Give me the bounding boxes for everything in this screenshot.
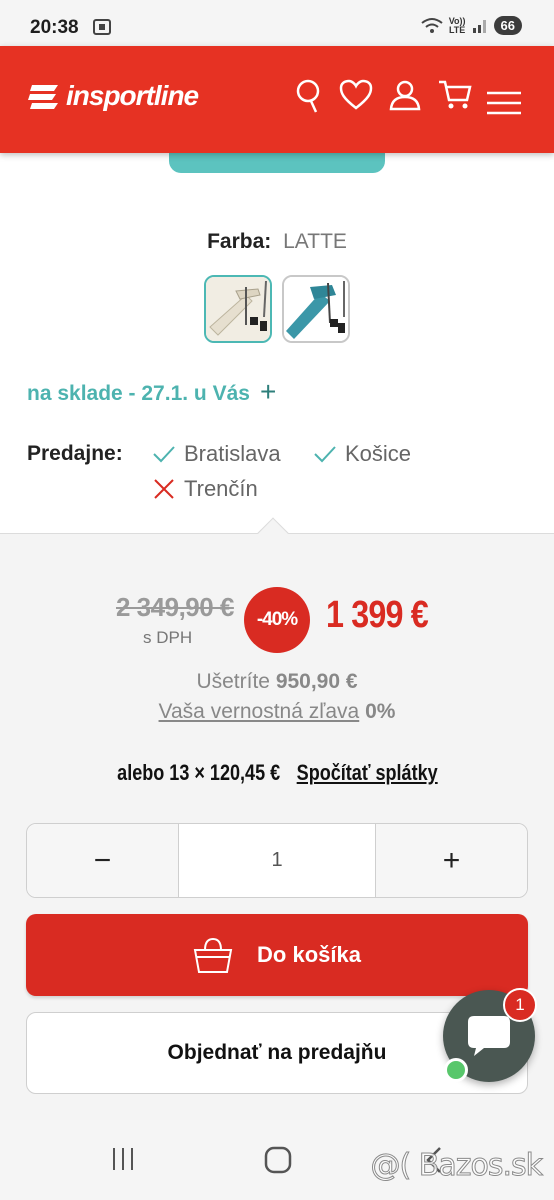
add-to-cart-button[interactable]: Do košíka [26, 914, 528, 996]
chat-bubble-icon [468, 1016, 510, 1056]
network-type: Vo)) LTE [448, 16, 466, 35]
store-kosice: Košice [313, 441, 411, 467]
lte-label: LTE [448, 24, 466, 35]
panel-notch [257, 517, 289, 549]
add-to-cart-label: Do košíka [257, 942, 361, 967]
loyalty-value: 0% [365, 700, 396, 723]
recent-apps-icon[interactable] [110, 1146, 136, 1172]
check-icon [153, 446, 175, 463]
savings-label: Ušetríte [196, 670, 270, 693]
savings-line: Ušetríte 950,90 € [0, 670, 554, 694]
color-value: LATTE [283, 230, 347, 253]
watermark: @( Bazos.sk [370, 1148, 544, 1184]
store-trencin: Trenčín [152, 476, 258, 502]
quantity-stepper: − 1 + [26, 823, 528, 898]
installments-text: alebo 13 × 120,45 € [116, 760, 280, 785]
brand-logo[interactable]: insportline [28, 80, 199, 112]
discount-badge: -40% [244, 587, 310, 653]
store-name: Bratislava [184, 441, 281, 466]
cross-icon [154, 479, 174, 499]
new-price: 1 399 € [326, 594, 429, 636]
quantity-increase-button[interactable]: + [375, 824, 527, 897]
color-selector-label: Farba: LATTE [0, 230, 554, 254]
product-thumbnail-latte [206, 277, 270, 341]
color-label: Farba: [207, 230, 272, 253]
logo-mark-icon [28, 85, 58, 109]
watermark-prefix: @( [370, 1148, 412, 1184]
watermark-text: Bazos.sk [418, 1148, 543, 1184]
loyalty-line: Vaša vernostná zľava 0% [0, 700, 554, 724]
product-thumbnail-teal [284, 277, 348, 341]
stock-status[interactable]: na sklade - 27.1. u Vás + [27, 376, 276, 408]
quantity-input[interactable]: 1 [179, 824, 375, 897]
store-name: Trenčín [184, 476, 258, 501]
loyalty-discount-link[interactable]: Vaša vernostná zľava [159, 700, 360, 723]
wifi-icon [421, 17, 443, 33]
cart-icon[interactable] [438, 79, 472, 111]
battery-indicator: 66 [493, 16, 522, 35]
status-time: 20:38 [30, 17, 79, 38]
installments-line: alebo 13 × 120,45 € Spočítať splátky [0, 760, 554, 786]
signal-icon [472, 19, 486, 33]
status-indicators: Vo)) LTE 66 [421, 16, 522, 35]
calculate-installments-link[interactable]: Spočítať splátky [296, 760, 437, 785]
screenshot-icon [93, 19, 111, 35]
heart-icon[interactable] [339, 79, 373, 111]
order-in-store-label: Objednať na predajňu [167, 1041, 387, 1064]
expand-plus-icon[interactable]: + [260, 376, 276, 408]
old-price: 2 349,90 € [116, 592, 234, 622]
online-status-dot [444, 1058, 468, 1082]
site-header: insportline [0, 46, 554, 153]
chat-unread-badge: 1 [503, 988, 537, 1022]
user-icon[interactable] [389, 79, 421, 111]
home-icon[interactable] [264, 1146, 292, 1174]
basket-icon [193, 937, 233, 973]
vat-note: s DPH [143, 628, 193, 647]
store-bratislava: Bratislava [152, 441, 281, 467]
brand-name: insportline [66, 80, 199, 111]
store-name: Košice [345, 441, 412, 466]
color-swatch-teal[interactable] [282, 275, 350, 343]
savings-value: 950,90 € [275, 670, 358, 693]
stock-text: na sklade - 27.1. u Vás [27, 382, 250, 405]
check-icon [314, 446, 336, 463]
menu-icon[interactable] [486, 90, 522, 116]
color-swatch-latte[interactable] [204, 275, 272, 343]
stores-label: Predajne: [27, 442, 123, 465]
quantity-decrease-button[interactable]: − [27, 824, 179, 897]
search-icon[interactable] [294, 79, 322, 115]
status-bar: 20:38 Vo)) LTE 66 [0, 0, 554, 46]
